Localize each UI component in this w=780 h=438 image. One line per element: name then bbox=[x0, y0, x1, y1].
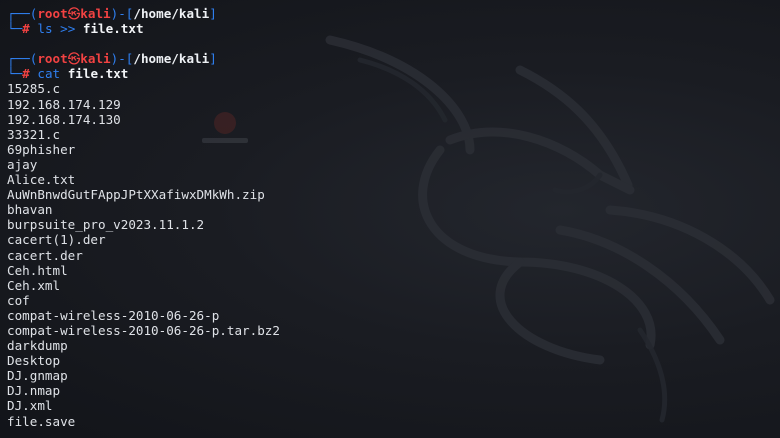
output-line: compat-wireless-2010-06-26-p bbox=[7, 307, 220, 323]
prompt-bracket-close: ] bbox=[209, 6, 217, 21]
output-line: Ceh.xml bbox=[7, 277, 61, 293]
prompt-at-icon: ㉿ bbox=[67, 6, 81, 21]
output-line: DJ.xml bbox=[7, 398, 53, 414]
output-line: file.save bbox=[7, 413, 76, 429]
output-line: ajay bbox=[7, 156, 38, 172]
output-line: darkdump bbox=[7, 338, 68, 354]
prompt-hash: # bbox=[22, 21, 30, 37]
output-line: Desktop bbox=[7, 353, 61, 369]
output-line: 15285.c bbox=[7, 81, 61, 97]
output-line: Alice.txt bbox=[7, 172, 76, 188]
output-line: 69phisher bbox=[7, 141, 76, 157]
output-line: DJ.nmap bbox=[7, 383, 61, 399]
command-line[interactable]: └─# cat file.txt bbox=[7, 66, 780, 81]
output-line: 192.168.174.130 bbox=[7, 111, 121, 127]
output-line: 33321.c bbox=[7, 126, 61, 142]
terminal-window[interactable]: ┌──(root㉿kali)-[/home/kali] └─# ls >> fi… bbox=[0, 0, 780, 438]
output-line: compat-wireless-2010-06-26-p.tar.bz2 bbox=[7, 322, 280, 338]
command-operator: >> bbox=[60, 21, 76, 37]
output-line: Ceh.html bbox=[7, 262, 68, 278]
prompt-line: ┌──(root㉿kali)-[/home/kali] bbox=[7, 51, 780, 66]
command-argument: file.txt bbox=[67, 66, 129, 82]
prompt-hash: # bbox=[22, 66, 30, 82]
prompt-host: kali bbox=[80, 6, 111, 21]
command-argument: file.txt bbox=[82, 21, 144, 37]
prompt-separator: )-[ bbox=[110, 6, 134, 21]
output-line: cacert(1).der bbox=[7, 232, 106, 248]
output-line: bhavan bbox=[7, 202, 53, 218]
output-line: 192.168.174.129 bbox=[7, 96, 121, 112]
prompt-box-corner: ┌──( bbox=[7, 6, 38, 21]
prompt-separator: )-[ bbox=[110, 51, 134, 67]
prompt-line: ┌──(root㉿kali)-[/home/kali] bbox=[7, 6, 780, 21]
output-line: burpsuite_pro_v2023.11.1.2 bbox=[7, 217, 205, 233]
prompt-at-icon: ㉿ bbox=[67, 51, 81, 67]
prompt-box-corner-bottom: └─ bbox=[7, 21, 23, 37]
prompt-user: root bbox=[37, 6, 68, 21]
prompt-path: /home/kali bbox=[133, 51, 210, 67]
command-name: cat bbox=[37, 66, 61, 82]
prompt-host: kali bbox=[80, 51, 111, 67]
prompt-bracket-close: ] bbox=[209, 51, 217, 67]
prompt-box-corner: ┌──( bbox=[7, 51, 38, 67]
terminal-output: ┌──(root㉿kali)-[/home/kali] └─# ls >> fi… bbox=[7, 6, 780, 429]
prompt-user: root bbox=[37, 51, 68, 67]
prompt-box-corner-bottom: └─ bbox=[7, 66, 23, 82]
prompt-path: /home/kali bbox=[133, 6, 210, 21]
output-line: DJ.gnmap bbox=[7, 368, 68, 384]
output-line: cacert.der bbox=[7, 247, 83, 263]
output-line: cof bbox=[7, 292, 30, 308]
output-line: AuWnBnwdGutFAppJPtXXafiwxDMkWh.zip bbox=[7, 187, 265, 203]
command-name: ls bbox=[37, 21, 53, 37]
command-line[interactable]: └─# ls >> file.txt bbox=[7, 21, 780, 36]
